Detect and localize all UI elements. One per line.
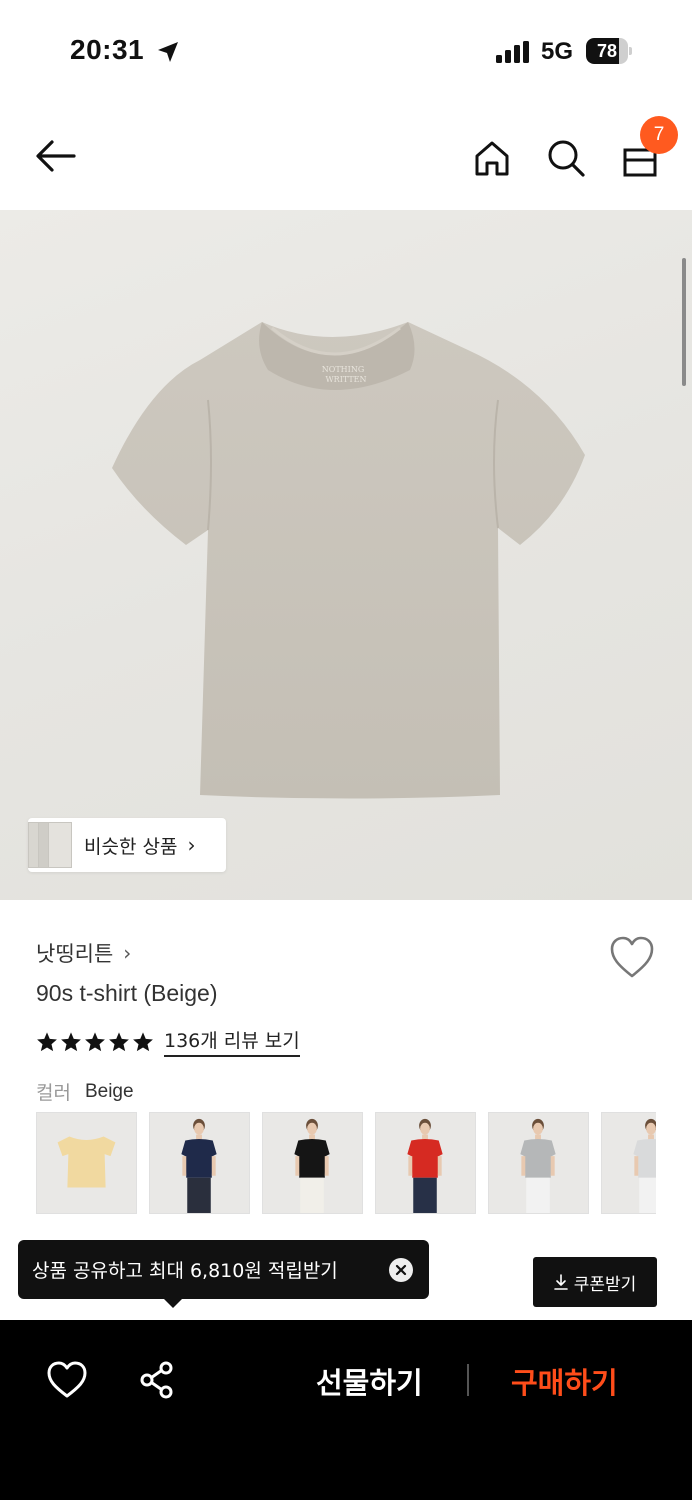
color-option-black-tee[interactable] [262,1112,363,1214]
color-option-thumbnail [633,1118,656,1213]
divider [467,1364,469,1396]
home-icon [475,141,509,176]
color-option-beige-tee[interactable] [36,1112,137,1214]
color-option-thumbnail [57,1136,116,1188]
back-arrow-icon [36,140,76,172]
back-button[interactable] [32,132,80,180]
coupon-label: 쿠폰받기 [573,1274,637,1295]
search-button[interactable] [542,134,590,182]
color-option-thumbnail [520,1118,556,1213]
color-row: 컬러 Beige [36,1078,134,1105]
color-option-gray-tee[interactable] [488,1112,589,1214]
star-icon [133,1031,153,1051]
color-option-thumbnail [181,1118,217,1213]
heart-icon[interactable] [46,1360,88,1400]
network-type: 5G [541,38,574,65]
color-label: 컬러 [36,1082,71,1104]
status-time: 20:31 [70,34,145,65]
chevron-right-icon: › [187,833,196,857]
similar-thumbnails [28,818,72,872]
tooltip-close-button[interactable] [389,1258,413,1282]
tshirt-image: NOTHING WRITTEN [112,322,585,799]
chevron-right-icon: › [123,941,132,965]
bottom-action-bar: 선물하기 구매하기 [0,1320,692,1500]
status-bar: 20:31 5G 78 [0,0,692,104]
brand-link[interactable]: 낫띵리튼 › [36,938,131,968]
battery-percent: 78 [596,41,618,61]
signal-icon [496,41,529,63]
tooltip-text: 상품 공유하고 최대 6,810원 적립받기 [32,1260,338,1282]
image-scrollbar[interactable] [682,258,686,386]
battery-icon: 78 [586,38,632,64]
buy-button[interactable]: 구매하기 [511,1360,618,1402]
color-options [36,1112,656,1214]
star-rating [36,1031,154,1053]
home-button[interactable] [468,134,516,182]
brand-name: 낫띵리튼 [36,942,114,966]
gift-button[interactable]: 선물하기 [316,1360,423,1402]
tooltip-arrow [164,1299,182,1308]
share-reward-tooltip: 상품 공유하고 최대 6,810원 적립받기 [18,1240,429,1308]
similar-products-label: 비슷한 상품 [84,835,178,858]
download-icon [553,1274,568,1290]
color-option-thumbnail [407,1118,443,1213]
star-icon [85,1031,105,1051]
similar-products-button[interactable]: 비슷한 상품 › [28,818,226,872]
cart-count-badge: 7 [640,116,678,154]
rating-row: 136개 리뷰 보기 [36,1026,300,1057]
top-navbar: 7 [0,104,692,210]
location-arrow-icon [158,42,178,62]
color-option-light-gray-tee[interactable] [601,1112,656,1214]
svg-text:NOTHING: NOTHING [322,365,364,374]
color-value: Beige [84,1080,134,1102]
product-name: 90s t-shirt (Beige) [36,980,218,1006]
wishlist-heart-icon[interactable] [608,934,656,980]
color-option-navy-tee[interactable] [149,1112,250,1214]
color-option-red-tee[interactable] [375,1112,476,1214]
search-icon [548,140,585,177]
star-icon [61,1031,81,1051]
close-icon [395,1264,407,1276]
product-image[interactable]: NOTHING WRITTEN 비슷한 상품 › [0,210,692,900]
star-icon [109,1031,129,1051]
star-icon [37,1031,57,1051]
coupon-button[interactable]: 쿠폰받기 [533,1257,657,1307]
share-icon[interactable] [138,1360,176,1400]
color-option-thumbnail [294,1118,330,1213]
svg-text:WRITTEN: WRITTEN [325,375,366,384]
review-link[interactable]: 136개 리뷰 보기 [164,1026,300,1057]
